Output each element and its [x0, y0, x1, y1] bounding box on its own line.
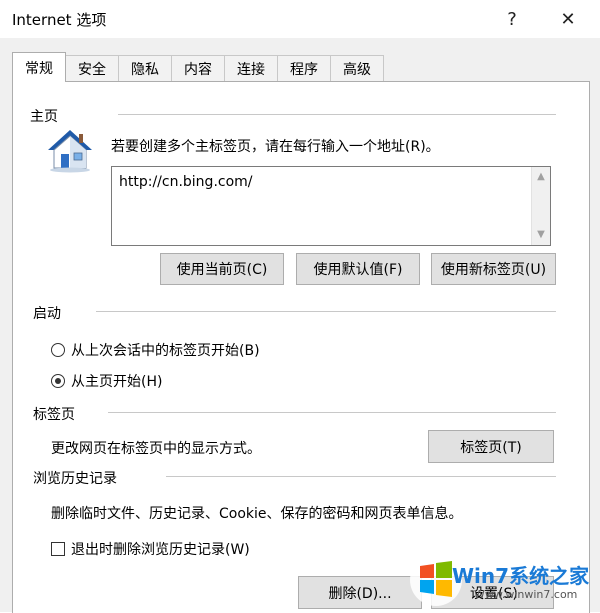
watermark: Win7系统之家 Www.winwin7.com: [404, 548, 600, 612]
tabs-group-divider: [108, 412, 556, 413]
tab-strip: 常规 安全 隐私 内容 连接 程序 高级: [12, 52, 384, 82]
house-icon: [48, 130, 92, 173]
title-bar: Internet 选项 ? ✕: [0, 0, 600, 39]
tab-privacy[interactable]: 隐私: [118, 55, 172, 82]
startup-homepage-label: 从主页开始(H): [71, 374, 163, 390]
tab-general[interactable]: 常规: [12, 52, 66, 82]
homepage-group-divider: [118, 114, 556, 115]
tab-security[interactable]: 安全: [65, 55, 119, 82]
watermark-url: Www.winwin7.com: [474, 588, 578, 601]
use-default-button[interactable]: 使用默认值(F): [296, 253, 420, 285]
history-description: 删除临时文件、历史记录、Cookie、保存的密码和网页表单信息。: [51, 506, 463, 522]
homepage-hint: 若要创建多个主标签页，请在每行输入一个地址(R)。: [111, 139, 440, 155]
startup-group-divider: [96, 311, 556, 312]
startup-homepage-radio[interactable]: [51, 374, 65, 388]
tab-programs[interactable]: 程序: [277, 55, 331, 82]
url-scrollbar[interactable]: ▲ ▼: [531, 167, 550, 245]
use-new-tab-button[interactable]: 使用新标签页(U): [431, 253, 556, 285]
scroll-down-arrow-icon[interactable]: ▼: [535, 229, 547, 241]
tabs-group-label: 标签页: [33, 407, 75, 423]
homepage-group-label: 主页: [30, 109, 58, 125]
history-group-label: 浏览历史记录: [33, 471, 117, 487]
homepage-url-textarea[interactable]: http://cn.bing.com/ ▲ ▼: [111, 166, 551, 246]
watermark-brand: Win7系统之家: [452, 564, 590, 588]
delete-on-exit-label: 退出时删除浏览历史记录(W): [71, 542, 250, 558]
delete-on-exit-checkbox[interactable]: [51, 542, 65, 556]
close-icon[interactable]: ✕: [548, 4, 588, 34]
tab-connections[interactable]: 连接: [224, 55, 278, 82]
tab-advanced[interactable]: 高级: [330, 55, 384, 82]
tabs-description: 更改网页在标签页中的显示方式。: [51, 441, 261, 457]
use-current-button[interactable]: 使用当前页(C): [160, 253, 284, 285]
startup-group-label: 启动: [33, 306, 61, 322]
tab-content[interactable]: 内容: [171, 55, 225, 82]
window-title: Internet 选项: [12, 11, 107, 29]
tabs-settings-button[interactable]: 标签页(T): [428, 430, 554, 463]
homepage-url-value: http://cn.bing.com/: [119, 174, 253, 190]
startup-last-session-label: 从上次会话中的标签页开始(B): [71, 343, 260, 359]
scroll-up-arrow-icon[interactable]: ▲: [535, 171, 547, 183]
startup-last-session-radio[interactable]: [51, 343, 65, 357]
history-group-divider: [166, 476, 556, 477]
help-icon[interactable]: ?: [492, 4, 532, 34]
